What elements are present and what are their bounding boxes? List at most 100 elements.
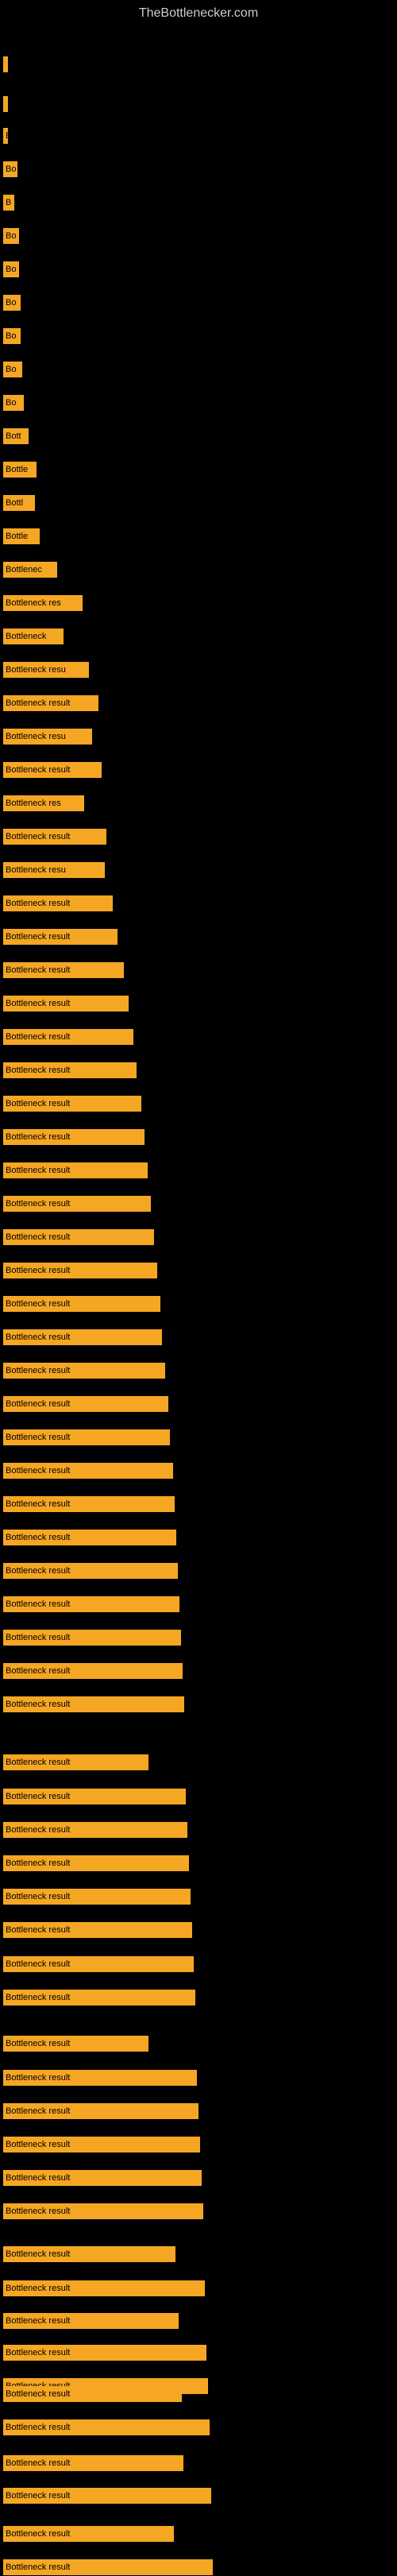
bar-row: Bottleneck result (3, 761, 102, 779)
bar: Bottleneck result (3, 2559, 213, 2575)
bar-row: Bo (3, 161, 17, 178)
bar-row: Bottleneck result (3, 1989, 195, 2006)
bar-row: Bottleneck result (3, 1495, 175, 1513)
bar-row: Bottleneck result (3, 1662, 183, 1680)
bar: Bottlenec (3, 562, 57, 578)
bar-row: Bottleneck result (3, 1788, 186, 1805)
bar-row: Bottleneck result (3, 1262, 157, 1279)
bar: Bottleneck (3, 629, 64, 644)
bar: Bottleneck resu (3, 662, 89, 678)
bar: Bo (3, 228, 19, 244)
bar: Bottleneck result (3, 1789, 186, 1804)
bar-row: Bottleneck res (3, 795, 84, 812)
bar: Bottleneck result (3, 1129, 145, 1145)
bar-row: Bottl (3, 494, 35, 512)
bar-row: Bottleneck result (3, 2525, 174, 2543)
bar: Bottleneck result (3, 2137, 200, 2152)
bar-row: Bottleneck result (3, 1529, 176, 1546)
bar-row: Bottlenec (3, 561, 57, 578)
bar: Bott (3, 428, 29, 444)
bar-row: Bottleneck result (3, 2169, 202, 2187)
bar: Bottle (3, 528, 40, 544)
bar-row: Bottleneck result (3, 928, 118, 946)
bar: Bottleneck result (3, 1530, 176, 1545)
bar-row: Bottleneck result (3, 1888, 191, 1905)
bar: Bottleneck result (3, 2070, 197, 2086)
bar-row: Bottleneck result (3, 995, 129, 1012)
bar-row: Bottleneck result (3, 828, 106, 845)
bar: Bottleneck res (3, 595, 83, 611)
bar-row: Bottleneck result (3, 2454, 183, 2472)
bar-row: Bottleneck resu (3, 728, 92, 745)
bar: Bottleneck result (3, 1956, 194, 1972)
bar-row: Bottleneck result (3, 1028, 133, 1046)
bar: Bottleneck result (3, 2488, 211, 2504)
bar-row: Bottleneck result (3, 1128, 145, 1146)
bar-row: Bottleneck result (3, 2102, 198, 2120)
bar: Bottleneck result (3, 2345, 206, 2361)
bar: Bottleneck result (3, 1889, 191, 1905)
bar-row: Bo (3, 294, 21, 311)
bar-row: Bottleneck resu (3, 861, 105, 879)
bar: Bottleneck result (3, 962, 124, 978)
bar: E (3, 128, 8, 144)
bar-row: Bottleneck result (3, 1855, 189, 1872)
bar: Bottleneck result (3, 1029, 133, 1045)
bar-row: Bottleneck result (3, 2385, 182, 2403)
bar-row: Bottleneck result (3, 1821, 187, 1839)
bar-row: Bo (3, 227, 19, 245)
bar: Bottleneck result (3, 1329, 162, 1345)
bar: Bottleneck result (3, 1630, 181, 1646)
bar: Bottl (3, 495, 35, 511)
bar-row: Bottleneck result (3, 2035, 148, 2052)
bar: Bottleneck result (3, 1162, 148, 1178)
bar-row: Bottleneck result (3, 1595, 179, 1613)
bar-row: Bottleneck result (3, 1195, 151, 1213)
bar: Bottleneck result (3, 2170, 202, 2186)
bar: Bottleneck result (3, 929, 118, 945)
bar-row: E (3, 127, 8, 145)
bar: Bottleneck resu (3, 862, 105, 878)
bar-row: Bottleneck result (3, 2419, 210, 2436)
bar: Bottle (3, 462, 37, 478)
bar (3, 56, 8, 72)
bar-row: Bottle (3, 461, 37, 478)
bar: Bo (3, 261, 19, 277)
bar: Bottleneck result (3, 1922, 192, 1938)
bar: Bottleneck result (3, 2036, 148, 2052)
bar-row: Bottleneck result (3, 2245, 175, 2263)
bar-row: Bottleneck result (3, 694, 98, 712)
bar: Bottleneck res (3, 795, 84, 811)
bar-row: Bottleneck result (3, 1295, 160, 1313)
bar: Bottleneck result (3, 996, 129, 1011)
bar-row: Bottleneck result (3, 1162, 148, 1179)
bar: Bottleneck result (3, 1990, 195, 2005)
bar-row: Bottleneck result (3, 1228, 154, 1246)
bar-row: Bottleneck result (3, 1955, 194, 1973)
bar-row: Bottleneck result (3, 2069, 197, 2087)
bar-row: Bottleneck (3, 628, 64, 645)
bar: Bottleneck result (3, 1263, 157, 1278)
bar: Bottleneck result (3, 1663, 183, 1679)
bar: Bottleneck result (3, 1496, 175, 1512)
bar-row: Bottleneck result (3, 1921, 192, 1939)
bar-row: Bottleneck result (3, 895, 113, 912)
bar-row: Bottleneck result (3, 2203, 203, 2220)
bar-row: Bottleneck result (3, 1754, 148, 1771)
bar-row: Bottleneck result (3, 2559, 213, 2576)
bar: Bottleneck result (3, 2280, 205, 2296)
bar: Bottleneck result (3, 1363, 165, 1379)
bar-row: Bo (3, 394, 24, 412)
bar: Bottleneck result (3, 2386, 182, 2402)
bar: Bottleneck result (3, 1596, 179, 1612)
bar: Bottleneck result (3, 2526, 174, 2542)
bar: Bottleneck result (3, 2246, 175, 2262)
bar: Bottleneck result (3, 1296, 160, 1312)
bar: Bottleneck result (3, 1229, 154, 1245)
bar-row: Bo (3, 327, 21, 345)
bar-row: Bottleneck result (3, 1429, 170, 1446)
bar-row (3, 95, 8, 113)
bar-row: Bo (3, 361, 22, 378)
bar-row: Bottleneck result (3, 2280, 205, 2297)
bar: Bo (3, 295, 21, 311)
